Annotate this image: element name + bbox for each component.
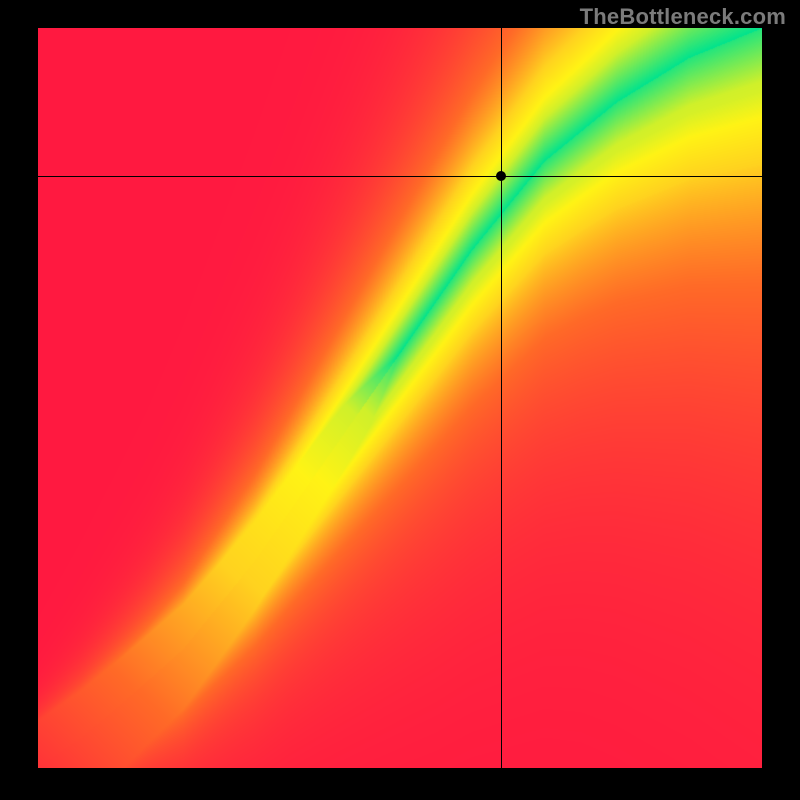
chart-frame: TheBottleneck.com: [0, 0, 800, 800]
heatmap-plot: [38, 28, 762, 768]
crosshair-vertical: [501, 28, 502, 768]
marker-point: [496, 171, 506, 181]
heatmap-canvas: [38, 28, 762, 768]
crosshair-horizontal: [38, 176, 762, 177]
watermark-text: TheBottleneck.com: [580, 4, 786, 30]
